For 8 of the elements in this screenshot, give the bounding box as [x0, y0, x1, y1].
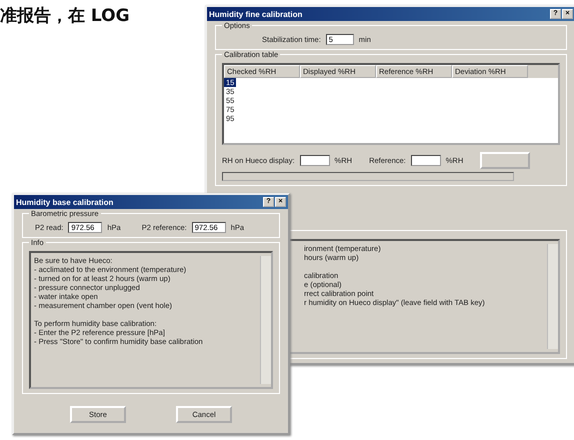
- window-title: Humidity base calibration: [16, 198, 114, 206]
- window-title: Humidity fine calibration: [209, 10, 302, 18]
- scrollbar[interactable]: [260, 256, 271, 384]
- reference-field[interactable]: [410, 155, 441, 166]
- rh-display-field[interactable]: [300, 155, 330, 166]
- scrollbar[interactable]: [547, 244, 558, 349]
- action-button[interactable]: [480, 152, 530, 169]
- page-text: 准报告，在 LOG: [0, 5, 130, 27]
